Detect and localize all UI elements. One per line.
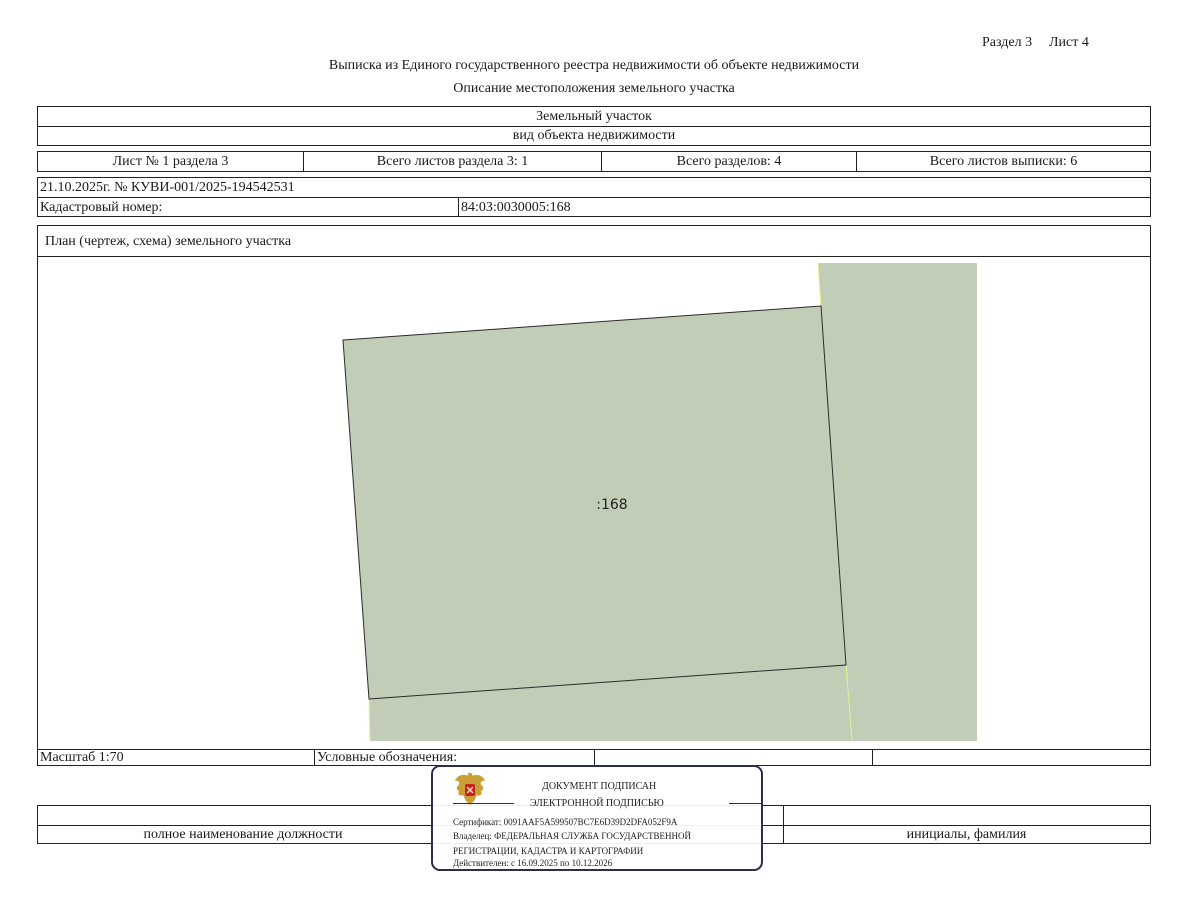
divider [453,803,514,804]
position-caption: полное наименование должности [143,827,343,842]
parcel-label: :168 [596,497,627,513]
legend-empty-cell [595,750,873,765]
legend-row: Масштаб 1:70 Условные обозначения: [37,749,1151,766]
legend-label-cell: Условные обозначения: [315,750,595,765]
owner-line1: Владелец: ФЕДЕРАЛЬНАЯ СЛУЖБА ГОСУДАРСТВЕ… [453,831,692,841]
name-caption: инициалы, фамилия [906,827,1027,842]
legend-empty-cell [873,750,1150,765]
stamp-line1: ДОКУМЕНТ ПОДПИСАН [542,781,657,792]
parcel-168 [342,305,847,700]
scale-cell: Масштаб 1:70 [38,750,315,765]
e-signature-stamp: ДОКУМЕНТ ПОДПИСАН ЭЛЕКТРОННОЙ ПОДПИСЬЮ С… [431,765,763,871]
stamp-line2: ЭЛЕКТРОННОЙ ПОДПИСЬЮ [530,798,664,809]
certificate: Сертификат: 0091AAF5A599507BC7E6D39D2DFA… [453,817,678,827]
validity: Действителен: с 16.09.2025 по 10.12.2026 [453,858,613,868]
divider [729,803,763,804]
owner-line2: РЕГИСТРАЦИИ, КАДАСТРА И КАРТОГРАФИИ [453,846,644,856]
